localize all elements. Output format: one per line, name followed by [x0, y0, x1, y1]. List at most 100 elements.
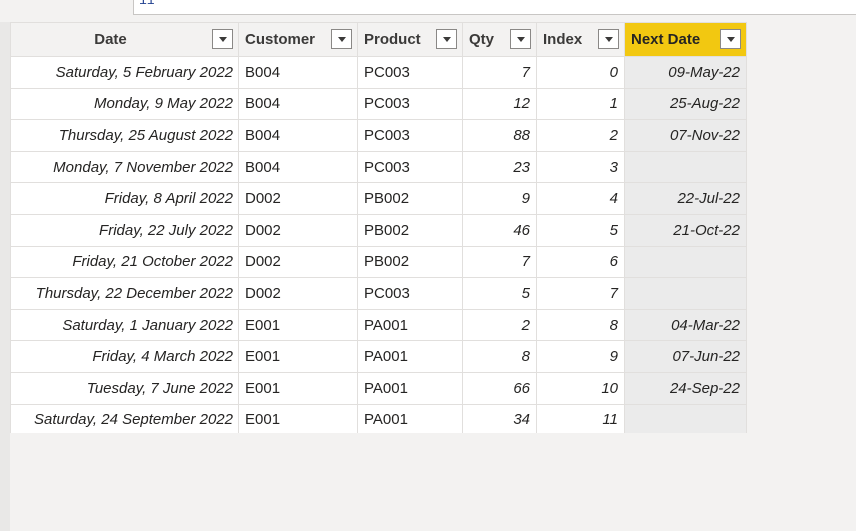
formula-text: 11 — [139, 0, 155, 8]
cell-index[interactable]: 3 — [536, 150, 625, 184]
cell-qty[interactable]: 2 — [462, 308, 537, 342]
cell-qty[interactable]: 7 — [462, 56, 537, 89]
cell-next-date[interactable]: 25-Aug-22 — [624, 87, 747, 121]
cell-product[interactable]: PA001 — [357, 340, 463, 373]
cell-index[interactable]: 4 — [536, 182, 625, 215]
cell-customer[interactable]: B004 — [238, 150, 358, 184]
cell-index[interactable]: 0 — [536, 56, 625, 89]
cell-index[interactable]: 6 — [536, 245, 625, 279]
cell-index[interactable]: 2 — [536, 119, 625, 152]
cell-customer[interactable]: B004 — [238, 87, 358, 121]
cell-customer[interactable]: D002 — [238, 213, 358, 247]
cell-index[interactable]: 10 — [536, 371, 625, 405]
cell-next-date[interactable]: 21-Oct-22 — [624, 213, 747, 247]
cell-date[interactable]: Tuesday, 7 June 2022 — [10, 371, 239, 405]
cell-product[interactable]: PA001 — [357, 308, 463, 342]
cell-date[interactable]: Saturday, 1 January 2022 — [10, 308, 239, 342]
cell-date[interactable]: Thursday, 22 December 2022 — [10, 277, 239, 310]
column-header-date[interactable]: Date — [10, 22, 239, 57]
chevron-down-icon — [516, 36, 525, 42]
cell-customer[interactable]: D002 — [238, 245, 358, 279]
cell-index[interactable]: 7 — [536, 277, 625, 310]
cell-index[interactable]: 9 — [536, 340, 625, 373]
cell-index[interactable]: 5 — [536, 213, 625, 247]
cell-next-date[interactable] — [624, 245, 747, 279]
cell-qty[interactable]: 8 — [462, 340, 537, 373]
empty-canvas-area — [10, 433, 856, 531]
cell-date[interactable]: Friday, 4 March 2022 — [10, 340, 239, 373]
cell-customer[interactable]: B004 — [238, 56, 358, 89]
cell-qty[interactable]: 7 — [462, 245, 537, 279]
cell-date[interactable]: Thursday, 25 August 2022 — [10, 119, 239, 152]
cell-date[interactable]: Monday, 7 November 2022 — [10, 150, 239, 184]
filter-dropdown-button[interactable] — [720, 29, 741, 49]
table-row: Monday, 9 May 2022 B004 PC003 12 1 25-Au… — [10, 87, 747, 121]
formula-input[interactable]: 11 — [133, 0, 856, 15]
cell-product[interactable]: PC003 — [357, 87, 463, 121]
table-row: Thursday, 22 December 2022 D002 PC003 5 … — [10, 277, 747, 310]
cell-index[interactable]: 11 — [536, 403, 625, 437]
cell-next-date[interactable]: 22-Jul-22 — [624, 182, 747, 215]
cell-qty[interactable]: 23 — [462, 150, 537, 184]
cell-product[interactable]: PA001 — [357, 403, 463, 437]
cell-date[interactable]: Monday, 9 May 2022 — [10, 87, 239, 121]
cell-qty[interactable]: 66 — [462, 371, 537, 405]
cell-customer[interactable]: E001 — [238, 403, 358, 437]
cell-product[interactable]: PC003 — [357, 150, 463, 184]
cell-date[interactable]: Saturday, 24 September 2022 — [10, 403, 239, 437]
cell-qty[interactable]: 9 — [462, 182, 537, 215]
table-row: Friday, 22 July 2022 D002 PB002 46 5 21-… — [10, 213, 747, 247]
cell-qty[interactable]: 5 — [462, 277, 537, 310]
cell-next-date[interactable]: 07-Jun-22 — [624, 340, 747, 373]
cell-next-date[interactable]: 07-Nov-22 — [624, 119, 747, 152]
table-row: Friday, 8 April 2022 D002 PB002 9 4 22-J… — [10, 182, 747, 215]
cell-next-date[interactable]: 04-Mar-22 — [624, 308, 747, 342]
cell-product[interactable]: PC003 — [357, 56, 463, 89]
filter-dropdown-button[interactable] — [436, 29, 457, 49]
cell-product[interactable]: PB002 — [357, 182, 463, 215]
cell-next-date[interactable]: 09-May-22 — [624, 56, 747, 89]
cell-customer[interactable]: E001 — [238, 371, 358, 405]
filter-dropdown-button[interactable] — [510, 29, 531, 49]
cell-customer[interactable]: B004 — [238, 119, 358, 152]
cell-next-date[interactable] — [624, 277, 747, 310]
column-header-product[interactable]: Product — [357, 22, 463, 57]
table-row: Friday, 21 October 2022 D002 PB002 7 6 — [10, 245, 747, 279]
chevron-down-icon — [604, 36, 613, 42]
filter-dropdown-button[interactable] — [212, 29, 233, 49]
chevron-down-icon — [442, 36, 451, 42]
cell-next-date[interactable] — [624, 403, 747, 437]
cell-index[interactable]: 1 — [536, 87, 625, 121]
column-header-index[interactable]: Index — [536, 22, 625, 57]
chevron-down-icon — [726, 36, 735, 42]
filter-dropdown-button[interactable] — [598, 29, 619, 49]
cell-customer[interactable]: E001 — [238, 340, 358, 373]
cell-qty[interactable]: 88 — [462, 119, 537, 152]
cell-qty[interactable]: 34 — [462, 403, 537, 437]
cell-next-date[interactable]: 24-Sep-22 — [624, 371, 747, 405]
column-header-customer[interactable]: Customer — [238, 22, 358, 57]
cell-customer[interactable]: D002 — [238, 277, 358, 310]
cell-date[interactable]: Saturday, 5 February 2022 — [10, 56, 239, 89]
cell-product[interactable]: PC003 — [357, 277, 463, 310]
cell-customer[interactable]: D002 — [238, 182, 358, 215]
cell-qty[interactable]: 12 — [462, 87, 537, 121]
filter-dropdown-button[interactable] — [331, 29, 352, 49]
cell-qty[interactable]: 46 — [462, 213, 537, 247]
cell-product[interactable]: PA001 — [357, 371, 463, 405]
cell-product[interactable]: PB002 — [357, 213, 463, 247]
column-header-next-date[interactable]: Next Date — [624, 22, 747, 57]
data-grid: Date Customer Product Qty Index Next Dat… — [10, 22, 747, 437]
cell-date[interactable]: Friday, 21 October 2022 — [10, 245, 239, 279]
cell-index[interactable]: 8 — [536, 308, 625, 342]
cell-customer[interactable]: E001 — [238, 308, 358, 342]
cell-next-date[interactable] — [624, 150, 747, 184]
table-row: Friday, 4 March 2022 E001 PA001 8 9 07-J… — [10, 340, 747, 373]
cell-product[interactable]: PB002 — [357, 245, 463, 279]
cell-date[interactable]: Friday, 8 April 2022 — [10, 182, 239, 215]
cell-date[interactable]: Friday, 22 July 2022 — [10, 213, 239, 247]
column-header-label: Next Date — [631, 31, 701, 48]
cell-product[interactable]: PC003 — [357, 119, 463, 152]
column-header-label: Qty — [469, 31, 495, 48]
column-header-qty[interactable]: Qty — [462, 22, 537, 57]
